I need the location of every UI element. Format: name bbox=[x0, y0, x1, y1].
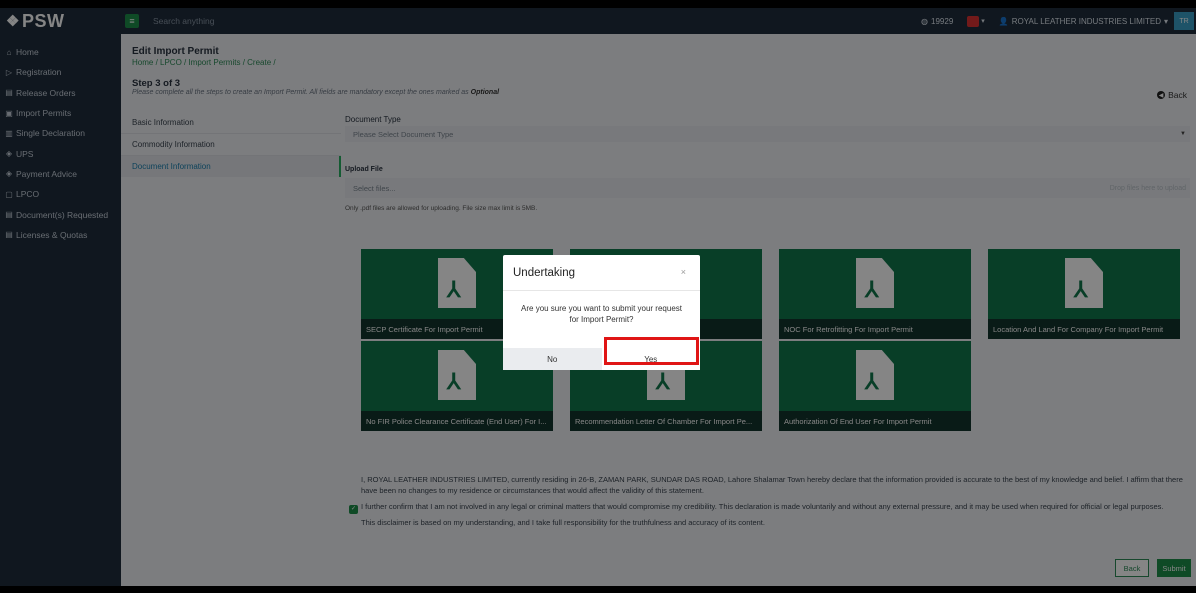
yes-button-highlight bbox=[604, 337, 699, 365]
dialog-message: Are you sure you want to submit your req… bbox=[521, 304, 682, 324]
dialog-title: Undertaking bbox=[503, 255, 700, 291]
close-icon[interactable]: × bbox=[681, 267, 686, 277]
no-button[interactable]: No bbox=[503, 348, 602, 370]
